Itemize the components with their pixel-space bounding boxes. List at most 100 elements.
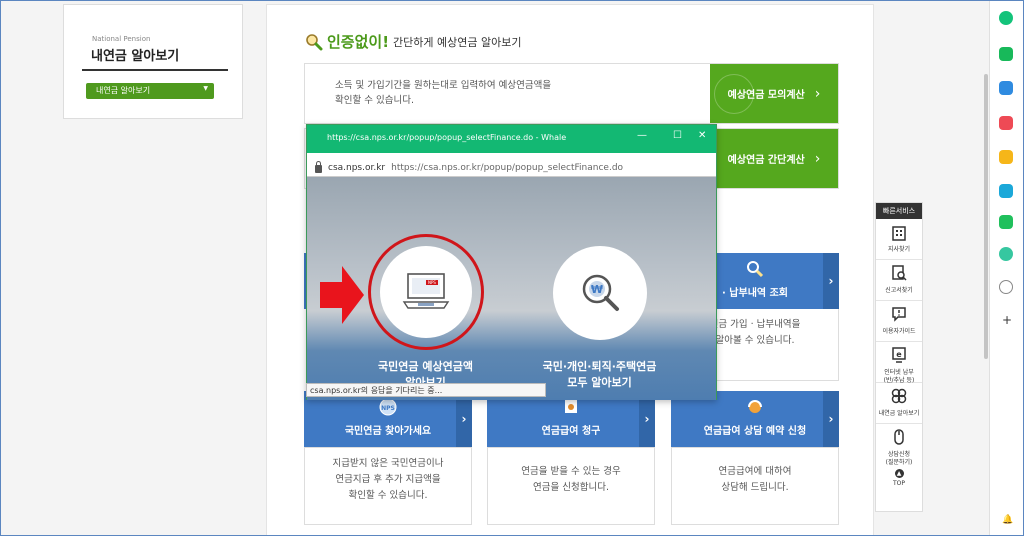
option-all-pensions[interactable]: ₩ [553,246,647,340]
chevron-right-icon: › [814,85,821,102]
chevron-right-icon: › [823,253,839,309]
left-nav-panel: National Pension 내연금 알아보기 내연금 알아보기 ▼ [63,4,243,119]
clover-icon [891,388,907,404]
green-app-icon[interactable] [999,215,1013,229]
service-label: · 납부내역 조회 [722,288,788,299]
search-icon [747,261,764,278]
play-icon[interactable] [999,247,1013,261]
banner-line: 소득 및 가입기간을 원하는대로 입력하여 예상연금액을 [335,80,552,91]
arrow-up-icon: ▲ [894,469,904,478]
popup-title: https://csa.nps.or.kr/popup/popup_select… [327,133,567,142]
quick-services-header: 빠른서비스 [876,203,922,219]
panel-title: 내연금 알아보기 [91,49,180,64]
panel-subtitle: National Pension [92,35,151,43]
popup-body: NPS ₩ 국민연금 예상연금액 알아보기 국민·개인·퇴직·주택연금 모두 알… [307,177,716,400]
minimize-icon[interactable]: — [637,130,647,141]
divider [82,69,228,71]
caret-down-icon: ▼ [203,85,208,92]
address-host: csa.nps.or.kr [328,162,386,173]
quick-item-label: 상담신청 [887,451,911,458]
section-heading: 인증없이! 간단하게 예상연금 알아보기 [305,31,521,52]
heading-text: 간단하게 예상연금 알아보기 [393,35,522,49]
simple-calc-label: 예상연금 간단계산 [727,155,805,166]
quick-item-my-pension[interactable]: 내연금 알아보기 [876,383,922,424]
target-icon [714,74,754,114]
quick-item-payment[interactable]: e 인터넷 납부 (반/추납 등) [876,342,922,384]
chat-icon[interactable] [999,47,1013,61]
service-card: 지급받지 않은 국민연금이나 연금지급 후 추가 지급액을 확인할 수 있습니다… [304,447,472,525]
highlight-ring [368,234,484,350]
mouse-icon [894,429,904,445]
document-search-icon [892,265,907,281]
quick-item-label: 지사찾기 [887,246,911,253]
loading-status: csa.nps.or.kr의 응답을 기다리는 중... [306,383,546,397]
card-line: 지급받지 않은 국민연금이나 [332,458,444,469]
calendar-icon[interactable] [999,81,1013,95]
magnifier-icon [306,33,323,50]
card-line: 확인할 수 있습니다. [348,490,428,501]
quick-item-label: 이용자가이드 [882,328,916,335]
quick-item-label: 신고서찾기 [885,287,913,294]
popup-window: https://csa.nps.or.kr/popup/popup_select… [306,124,717,400]
monitor-icon: e [892,347,906,363]
top-label: TOP [892,480,905,487]
star-icon[interactable] [999,150,1013,164]
maximize-icon[interactable]: ☐ [673,130,682,141]
quick-item-label: 인터넷 납부 [884,369,914,376]
chevron-right-icon: › [823,391,839,447]
card-line: 연금을 신청합니다. [533,482,609,493]
option1-line1: 국민연금 예상연금액 [378,360,473,373]
quick-item-label: 내연금 알아보기 [878,410,920,417]
red-arrow-icon [320,266,364,324]
banner-line: 확인할 수 있습니다. [335,95,414,106]
pocket-icon[interactable] [999,116,1013,130]
svg-text:e: e [896,350,902,359]
menu-select-label: 내연금 알아보기 [96,86,151,95]
address-url: https://csa.nps.or.kr/popup/popup_select… [391,162,624,173]
mock-calc-button[interactable]: 예상연금 모의계산 › [710,64,838,123]
service-label: 국민연금 찾아가세요 [344,426,432,437]
card-line: 연금급여에 대하여 [718,466,792,477]
simple-calc-button[interactable]: 예상연금 간단계산 › [710,129,838,188]
service-label: 연금급여 청구 [541,426,601,437]
page-scrollbar[interactable] [984,74,988,359]
option2-line1: 국민·개인·퇴직·주택연금 [542,360,657,373]
lock-icon [315,160,322,173]
card-line: 연금을 받을 수 있는 경우 [521,466,621,477]
speech-bubble-icon [892,307,906,322]
document-icon [565,400,577,413]
quick-item-forms[interactable]: 신고서찾기 [876,260,922,301]
bell-icon[interactable]: 🔔 [1002,515,1013,525]
close-icon[interactable]: ✕ [698,130,706,141]
nps-coin-icon: NPS [379,398,397,416]
quick-item-guide[interactable]: 이용자가이드 [876,301,922,342]
add-icon[interactable]: + [1002,313,1012,327]
whale-home-icon[interactable] [999,11,1013,25]
magnifier-won-icon: ₩ [582,274,619,311]
won-symbol: ₩ [591,283,603,296]
svg-text:NPS: NPS [381,405,395,412]
service-card: 연금급여에 대하여 상담해 드립니다. [671,447,839,525]
quick-services-panel: 빠른서비스 지사찾기 신고서찾기 이용자가이드 e 인터넷 납부 (반/추납 등… [875,202,923,512]
chevron-right-icon: › [814,150,821,167]
quick-item-consult[interactable]: 상담신청 (질문하기) [876,424,922,466]
banner-description: 소득 및 가입기간을 원하는대로 입력하여 예상연금액을 확인할 수 있습니다. [335,78,635,108]
headset-icon [748,400,762,413]
address-bar[interactable]: csa.nps.or.kr https://csa.nps.or.kr/popu… [307,153,716,177]
card-line: 상담해 드립니다. [721,482,789,493]
translate-icon[interactable] [999,184,1013,198]
banner-mock-calc: 소득 및 가입기간을 원하는대로 입력하여 예상연금액을 확인할 수 있습니다.… [304,63,839,124]
card-line: 연금지급 후 추가 지급액을 [335,474,441,485]
service-card: 연금을 받을 수 있는 경우 연금을 신청합니다. [487,447,655,525]
building-icon [892,226,906,241]
service-label: 연금급여 상담 예약 신청 [703,426,807,437]
heading-highlight: 인증없이! [327,33,390,51]
top-button[interactable]: ▲ TOP [876,465,922,487]
browser-sidebar: + 🔔 [989,1,1023,535]
face-icon[interactable] [999,280,1013,294]
quick-item-branch[interactable]: 지사찾기 [876,219,922,260]
popup-titlebar[interactable]: https://csa.nps.or.kr/popup/popup_select… [307,125,716,153]
menu-select[interactable]: 내연금 알아보기 ▼ [86,83,214,99]
